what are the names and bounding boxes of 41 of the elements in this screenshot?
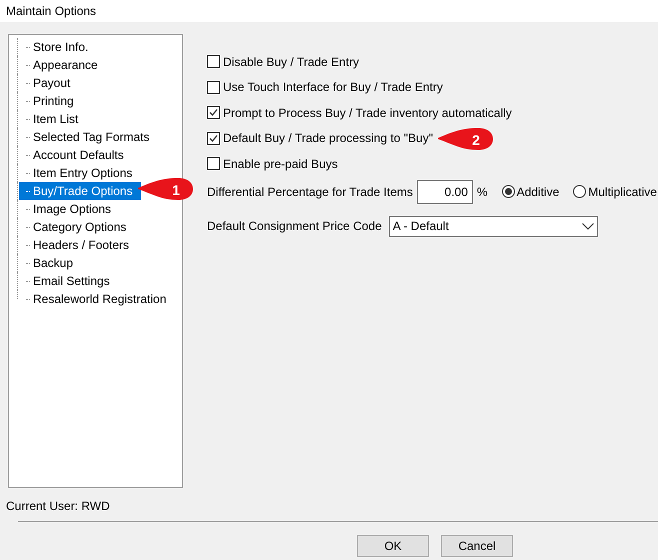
callout-marker: 2 — [438, 127, 494, 151]
tree-item[interactable]: Account Defaults — [25, 146, 132, 164]
radio-label: Additive — [516, 184, 560, 200]
tree-item[interactable]: Payout — [25, 74, 78, 92]
tree-item[interactable]: Email Settings — [25, 272, 118, 290]
tree-item[interactable]: Printing — [25, 92, 82, 110]
dialog-button[interactable]: OK — [357, 535, 429, 557]
radio-label: Multiplicative — [588, 184, 657, 200]
checkbox[interactable] — [207, 55, 220, 68]
chevron-icon — [582, 222, 594, 230]
dialog-button[interactable]: Cancel — [441, 535, 513, 557]
tree-item[interactable]: Image Options — [25, 200, 120, 218]
callout-marker: 1 — [138, 177, 194, 201]
checkbox-label: Disable Buy / Trade Entry — [223, 54, 360, 71]
checkbox[interactable] — [207, 80, 220, 94]
tree-item[interactable]: Appearance — [25, 56, 106, 74]
tree-item[interactable]: Buy/Trade Options — [19, 182, 141, 200]
tree-item[interactable]: Backup — [25, 254, 82, 272]
tree-item[interactable]: Resaleworld Registration — [25, 290, 174, 308]
checkbox[interactable] — [207, 132, 220, 145]
tree-item[interactable]: Selected Tag Formats — [25, 128, 158, 146]
checkbox-label: Prompt to Process Buy / Trade inventory automatically — [223, 104, 512, 122]
tree-item[interactable]: Category Options — [25, 218, 134, 236]
tree-item[interactable]: Item List — [25, 110, 86, 128]
checkbox-label: Use Touch Interface for Buy / Trade Entry — [223, 79, 443, 96]
current-user-label: Current User: RWD — [6, 499, 110, 513]
tree-item[interactable]: Headers / Footers — [25, 236, 138, 254]
percentage-field[interactable]: 0.00 — [416, 180, 473, 204]
field-label: Differential Percentage for Trade Items — [207, 184, 413, 200]
tree-item[interactable]: Item Entry Options — [25, 164, 140, 182]
price-code-dropdown[interactable]: A - Default — [388, 216, 598, 236]
field-label: Default Consignment Price Code — [207, 218, 382, 235]
window-title: Maintain Options — [6, 3, 96, 20]
checkbox-label: Enable pre-paid Buys — [223, 156, 338, 173]
checkbox[interactable] — [207, 157, 220, 170]
radio-button[interactable] — [573, 185, 586, 198]
radio-button[interactable] — [502, 185, 515, 198]
checkbox[interactable] — [207, 106, 220, 120]
unit-label: % — [476, 184, 488, 200]
tree-item[interactable]: Store Info. — [25, 38, 96, 56]
checkbox-label: Default Buy / Trade processing to "Buy" — [223, 130, 433, 148]
